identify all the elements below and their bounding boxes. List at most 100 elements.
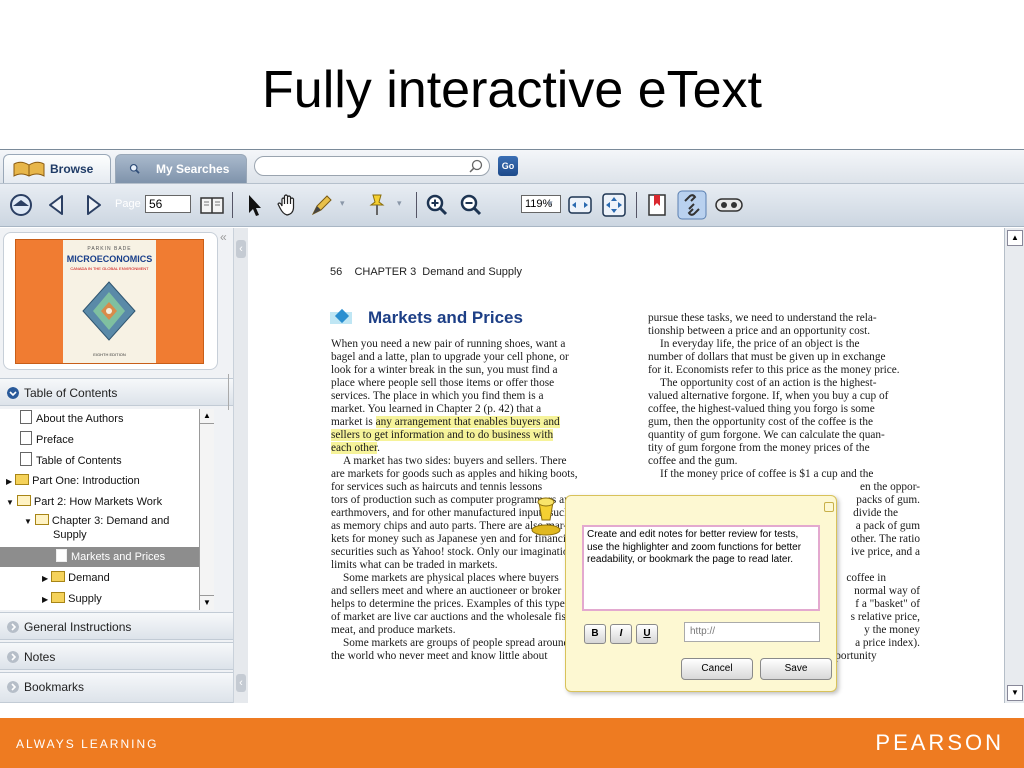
- bookmark-icon[interactable]: [644, 192, 670, 218]
- pan-hand-icon[interactable]: [275, 192, 301, 218]
- toc-item-demand[interactable]: ▶ Demand: [42, 568, 110, 588]
- highlighted-text[interactable]: each other: [331, 442, 378, 454]
- bold-button[interactable]: B: [584, 624, 606, 644]
- text-line: valued alternative forgone. If, when you…: [648, 390, 889, 402]
- page-running-header: 56 CHAPTER 3 Demand and Supply: [330, 266, 522, 278]
- toolbar-divider: [232, 192, 233, 218]
- book-cover[interactable]: PARKIN BADE MICROECONOMICS CANADA IN THE…: [15, 239, 204, 364]
- bookmarks-header[interactable]: Bookmarks: [0, 672, 243, 703]
- toc-item-markets-and-prices[interactable]: Markets and Prices: [0, 547, 199, 567]
- collapse-arrow-icon[interactable]: ▼: [6, 498, 14, 507]
- highlighted-text[interactable]: any arrangement that enables buyers and: [375, 416, 560, 428]
- tab-my-searches-label: My Searches: [156, 162, 230, 176]
- book-view-icon[interactable]: [199, 192, 225, 218]
- reader-scrollbar[interactable]: ▲ ▼: [1004, 228, 1024, 703]
- general-instructions-header[interactable]: General Instructions: [0, 612, 243, 640]
- text-span: .: [377, 442, 380, 454]
- collapse-arrow-icon[interactable]: ▼: [24, 517, 32, 526]
- zoom-out-icon[interactable]: [458, 192, 484, 218]
- fit-page-icon[interactable]: [601, 192, 627, 218]
- scroll-up-icon[interactable]: ▲: [1007, 230, 1023, 246]
- search-input[interactable]: [265, 159, 459, 175]
- history-icon[interactable]: [8, 192, 34, 218]
- etext-reader-app: Browse My Searches Go Page 56 ▾ ▾ 119% ▾…: [0, 149, 1024, 703]
- folder-icon: [51, 592, 66, 603]
- highlighter-dropdown-icon[interactable]: ▾: [340, 198, 345, 209]
- text-line: When you need a new pair of running shoe…: [331, 338, 566, 350]
- expand-arrow-icon[interactable]: ▶: [42, 574, 48, 583]
- magnifier-icon: [129, 164, 140, 174]
- text-line: The opportunity cost of an action is the…: [660, 377, 877, 389]
- toc-scrollbar[interactable]: ▲ ▼: [199, 409, 214, 610]
- zoom-level-input[interactable]: [521, 195, 561, 213]
- pearson-logo: PEARSON: [875, 730, 1004, 755]
- highlighter-icon[interactable]: [309, 192, 335, 218]
- previous-page-icon[interactable]: [44, 192, 70, 218]
- toc-item-label: Supply: [68, 593, 102, 605]
- toc-item-preface[interactable]: Preface: [20, 430, 74, 450]
- text-line: In everyday life, the price of an object…: [660, 338, 860, 350]
- link-icon[interactable]: [677, 190, 707, 220]
- search-icon[interactable]: [469, 159, 483, 173]
- text-line: for services such as haircuts and tennis…: [331, 481, 543, 493]
- toc-item-supply[interactable]: ▶ Supply: [42, 589, 102, 609]
- tab-my-searches[interactable]: My Searches: [115, 154, 247, 183]
- book-edition: EIGHTH EDITION: [93, 352, 126, 357]
- select-arrow-icon[interactable]: [241, 192, 267, 218]
- text-line: A market has two sides: buyers and selle…: [343, 455, 567, 467]
- collapse-chevron-icon: [7, 387, 19, 399]
- text-line: market. You learned in Chapter 2 (p. 42)…: [331, 403, 542, 415]
- toc-section-header[interactable]: Table of Contents: [0, 378, 243, 406]
- scroll-down-icon[interactable]: ▼: [1007, 685, 1023, 701]
- toc-item-chapter-3[interactable]: ▼ Chapter 3: Demand and: [24, 511, 169, 531]
- expand-arrow-icon[interactable]: ▶: [6, 477, 12, 486]
- text-line: for it. Economists refer to this price a…: [648, 364, 900, 376]
- toc-item-table-of-contents[interactable]: Table of Contents: [20, 451, 122, 471]
- text-line: services. The place in which you find th…: [331, 390, 544, 402]
- expand-arrow-icon[interactable]: ▶: [42, 595, 48, 604]
- underline-button[interactable]: U: [636, 624, 658, 644]
- search-field[interactable]: [254, 156, 490, 176]
- notes-label: Notes: [24, 650, 56, 664]
- zoom-in-icon[interactable]: [424, 192, 450, 218]
- cancel-button[interactable]: Cancel: [681, 658, 753, 680]
- footer-tagline: ALWAYS LEARNING: [16, 737, 159, 751]
- note-dropdown-icon[interactable]: ▾: [397, 198, 402, 209]
- note-textarea[interactable]: Create and edit notes for better review …: [582, 525, 820, 611]
- tab-browse[interactable]: Browse: [3, 154, 111, 183]
- scroll-up-icon[interactable]: ▲: [200, 409, 214, 424]
- sticky-note-pin-icon[interactable]: [526, 496, 566, 538]
- collapse-sidebar-icon[interactable]: «: [220, 230, 230, 244]
- note-link-input[interactable]: http://: [684, 622, 820, 642]
- note-resize-icon[interactable]: [824, 502, 834, 512]
- text-line: look for a winter break in the sun, you …: [331, 364, 558, 376]
- zoom-dropdown-icon[interactable]: ▾: [548, 198, 553, 209]
- toc-item-part-two[interactable]: ▼ Part 2: How Markets Work: [6, 492, 162, 512]
- page-number-input[interactable]: [145, 195, 191, 213]
- book-title: MICROECONOMICS: [66, 254, 153, 264]
- go-button[interactable]: Go: [498, 156, 518, 176]
- prev-page-tab-icon[interactable]: ‹: [236, 240, 246, 258]
- italic-button[interactable]: I: [610, 624, 632, 644]
- prev-page-tab-icon[interactable]: ‹: [236, 674, 246, 692]
- toc-item-label: Supply: [53, 529, 87, 541]
- next-page-icon[interactable]: [80, 192, 106, 218]
- folder-icon: [51, 571, 66, 582]
- audio-player-icon[interactable]: [714, 192, 744, 218]
- text-line: gum, then the opportunity cost of the co…: [648, 416, 874, 428]
- section-title: Markets and Prices: [368, 308, 523, 327]
- text-line: quantity of gum forgone. We can calculat…: [648, 429, 885, 441]
- fit-width-icon[interactable]: [567, 192, 593, 218]
- highlighted-text[interactable]: sellers to get information and to do bus…: [331, 429, 554, 441]
- text-line: number of dollars that must be given up …: [648, 351, 886, 363]
- book-authors: PARKIN BADE: [87, 246, 132, 252]
- toc-item-part-one[interactable]: ▶ Part One: Introduction: [6, 471, 140, 491]
- reader-toolbar: Page ▾ ▾: [0, 184, 1024, 227]
- toc-item-about-authors[interactable]: About the Authors: [20, 409, 123, 429]
- note-pin-icon[interactable]: [364, 192, 390, 218]
- notes-header[interactable]: Notes: [0, 642, 243, 670]
- text-line: place where people sell those items or o…: [331, 377, 555, 389]
- toc-item-chapter-3-cont[interactable]: Supply: [53, 525, 87, 545]
- scroll-down-icon[interactable]: ▼: [200, 595, 214, 610]
- save-button[interactable]: Save: [760, 658, 832, 680]
